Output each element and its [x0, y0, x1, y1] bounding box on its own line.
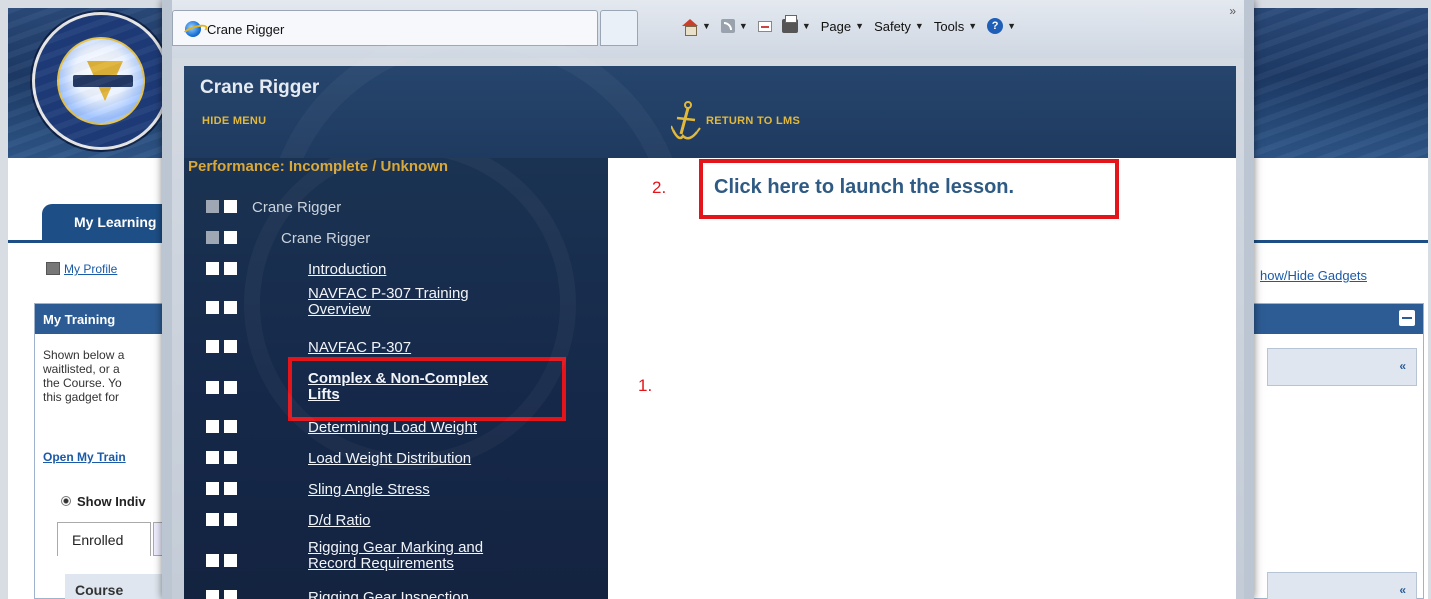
feeds-button[interactable]: ▼	[720, 19, 748, 33]
status-box-icon	[224, 381, 237, 394]
course-title: Crane Rigger	[200, 77, 320, 98]
command-bar: ▼ ▼ ▼ Page ▼ Safety ▼ Tools ▼ ? ▼	[682, 14, 1016, 38]
rss-feed-icon	[720, 19, 735, 33]
chevron-down-icon[interactable]: ▼	[968, 21, 977, 31]
read-mail-button[interactable]	[757, 20, 772, 32]
status-box-icon	[224, 590, 237, 599]
help-icon: ?	[987, 18, 1004, 34]
print-button[interactable]: ▼	[781, 15, 811, 33]
launch-lesson-link[interactable]: Click here to launch the lesson.	[714, 176, 1014, 199]
status-box-icon	[206, 420, 219, 433]
status-box-icon	[206, 554, 219, 567]
status-box-icon	[206, 301, 219, 314]
right-panel-footer: «	[1267, 572, 1417, 599]
hide-menu-link[interactable]: HIDE MENU	[202, 115, 266, 127]
anchor-icon	[671, 101, 701, 140]
status-box-icon	[224, 420, 237, 433]
home-icon	[682, 18, 698, 36]
chevron-down-icon[interactable]: ▼	[1007, 21, 1016, 31]
minimize-icon[interactable]	[1399, 310, 1415, 326]
show-individual-radio[interactable]: Show Indiv	[61, 494, 146, 509]
status-box-icon	[206, 381, 219, 394]
collapse-icon[interactable]: «	[1399, 359, 1406, 373]
status-box-icon	[206, 482, 219, 495]
return-to-lms-link[interactable]: RETURN TO LMS	[706, 115, 800, 127]
status-box-icon	[224, 262, 237, 275]
chevron-down-icon[interactable]: ▼	[915, 21, 924, 31]
open-my-training-link[interactable]: Open My Train	[43, 450, 126, 464]
browser-tab-title: Crane Rigger	[207, 22, 285, 37]
lesson-content-pane: 2. Click here to launch the lesson. 1.	[608, 158, 1236, 599]
status-box-icon	[206, 262, 219, 275]
ie-logo-icon	[185, 21, 201, 37]
course-menu: Performance: Incomplete / Unknown Crane …	[184, 158, 608, 599]
status-box-icon	[206, 451, 219, 464]
page-menu[interactable]: Page ▼	[821, 19, 864, 34]
tab-enrolled[interactable]: Enrolled	[57, 522, 151, 556]
new-tab-button[interactable]	[600, 10, 638, 46]
mail-icon	[757, 20, 772, 32]
collapse-icon-2[interactable]: «	[1399, 583, 1406, 597]
netc-seal-logo	[32, 12, 170, 150]
help-menu[interactable]: ? ▼	[987, 18, 1016, 34]
browser-window: Crane Rigger ▼ ▼ ▼ Page ▼ Safety ▼ Tools…	[162, 0, 1254, 599]
my-profile-link[interactable]: My Profile	[46, 262, 117, 276]
gadget-title: My Training	[43, 312, 116, 327]
status-box-icon	[224, 451, 237, 464]
browser-tab-bar: Crane Rigger ▼ ▼ ▼ Page ▼ Safety ▼ Tools…	[172, 0, 1244, 58]
status-box-icon	[224, 513, 237, 526]
tools-menu-label[interactable]: Tools	[934, 19, 964, 34]
chevron-down-icon[interactable]: ▼	[702, 21, 711, 31]
course-player: Crane Rigger HIDE MENU RETURN TO LMS Per…	[184, 26, 1236, 599]
highlight-box-step-1	[288, 357, 566, 421]
radio-icon[interactable]	[61, 496, 71, 506]
safety-menu-label[interactable]: Safety	[874, 19, 911, 34]
right-panel-header: «	[1267, 348, 1417, 386]
tab-my-learning[interactable]: My Learning	[42, 204, 182, 240]
tools-menu[interactable]: Tools ▼	[934, 19, 977, 34]
status-box-icon	[224, 554, 237, 567]
safety-menu[interactable]: Safety ▼	[874, 19, 924, 34]
status-box-icon	[224, 482, 237, 495]
gadget-description: Shown below a waitlisted, or a the Cours…	[43, 348, 125, 404]
page-menu-label[interactable]: Page	[821, 19, 851, 34]
step-2-label: 2.	[652, 178, 667, 197]
chevron-more-icon[interactable]: »	[1229, 4, 1236, 18]
chevron-down-icon[interactable]: ▼	[855, 21, 864, 31]
chevron-down-icon[interactable]: ▼	[739, 21, 748, 31]
printer-icon	[781, 15, 798, 33]
my-profile-label[interactable]: My Profile	[64, 262, 117, 276]
status-box-icon	[206, 200, 219, 213]
status-box-icon	[224, 340, 237, 353]
chevron-down-icon[interactable]: ▼	[802, 21, 811, 31]
status-box-icon	[224, 231, 237, 244]
status-box-icon	[224, 200, 237, 213]
home-button[interactable]: ▼	[682, 18, 711, 36]
status-box-icon	[206, 513, 219, 526]
status-box-icon	[206, 340, 219, 353]
course-column-header[interactable]: Course	[65, 574, 177, 599]
status-box-icon	[206, 590, 219, 599]
status-box-icon	[224, 301, 237, 314]
show-hide-gadgets-link[interactable]: how/Hide Gadgets	[1260, 268, 1367, 283]
course-header: Crane Rigger HIDE MENU RETURN TO LMS	[184, 26, 1236, 450]
profile-icon	[46, 262, 60, 275]
step-1-label: 1.	[638, 376, 653, 395]
status-box-icon	[206, 231, 219, 244]
performance-status: Performance: Incomplete / Unknown	[188, 158, 449, 175]
